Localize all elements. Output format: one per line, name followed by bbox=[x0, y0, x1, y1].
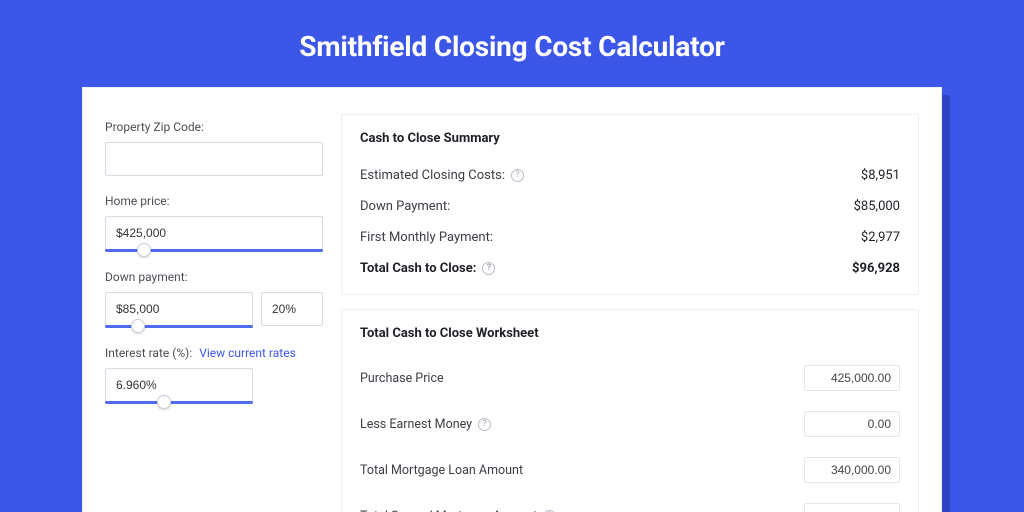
down-payment-input[interactable] bbox=[105, 292, 253, 326]
help-icon[interactable]: ? bbox=[482, 262, 495, 275]
ws-row-purchase: Purchase Price bbox=[360, 355, 900, 401]
interest-rate-input[interactable] bbox=[105, 368, 253, 402]
field-zip: Property Zip Code: bbox=[105, 120, 323, 176]
summary-downpay-value: $85,000 bbox=[854, 199, 900, 214]
summary-closing-label: Estimated Closing Costs: bbox=[360, 168, 505, 183]
summary-total-value: $96,928 bbox=[852, 261, 900, 276]
summary-panel: Cash to Close Summary Estimated Closing … bbox=[341, 114, 919, 295]
summary-downpay-label: Down Payment: bbox=[360, 199, 450, 214]
down-payment-slider[interactable] bbox=[105, 325, 253, 328]
ws-second-input[interactable] bbox=[804, 503, 900, 512]
slider-thumb[interactable] bbox=[131, 319, 145, 333]
home-price-label: Home price: bbox=[105, 194, 323, 208]
calculator-card: Property Zip Code: Home price: Down paym… bbox=[82, 87, 942, 512]
down-payment-label: Down payment: bbox=[105, 270, 323, 284]
ws-second-label: Total Second Mortgage Amount bbox=[360, 509, 537, 512]
view-rates-link[interactable]: View current rates bbox=[199, 346, 296, 360]
zip-label: Property Zip Code: bbox=[105, 120, 323, 134]
results-column: Cash to Close Summary Estimated Closing … bbox=[341, 114, 919, 512]
home-price-slider[interactable] bbox=[105, 249, 323, 252]
slider-thumb[interactable] bbox=[137, 243, 151, 257]
summary-row-closing: Estimated Closing Costs: ? $8,951 bbox=[360, 160, 900, 191]
ws-row-earnest: Less Earnest Money ? bbox=[360, 401, 900, 447]
interest-rate-slider[interactable] bbox=[105, 401, 253, 404]
worksheet-title: Total Cash to Close Worksheet bbox=[360, 326, 900, 341]
summary-row-firstmp: First Monthly Payment: $2,977 bbox=[360, 222, 900, 253]
summary-row-downpay: Down Payment: $85,000 bbox=[360, 191, 900, 222]
ws-earnest-label: Less Earnest Money bbox=[360, 417, 472, 432]
summary-closing-value: $8,951 bbox=[861, 168, 900, 183]
ws-row-loan: Total Mortgage Loan Amount bbox=[360, 447, 900, 493]
summary-firstmp-value: $2,977 bbox=[861, 230, 900, 245]
help-icon[interactable]: ? bbox=[511, 169, 524, 182]
ws-purchase-input[interactable] bbox=[804, 365, 900, 391]
summary-row-total: Total Cash to Close: ? $96,928 bbox=[360, 253, 900, 284]
calculator-card-wrap: Property Zip Code: Home price: Down paym… bbox=[82, 87, 942, 512]
interest-rate-label: Interest rate (%): View current rates bbox=[105, 346, 323, 360]
inputs-column: Property Zip Code: Home price: Down paym… bbox=[105, 114, 323, 512]
interest-rate-label-text: Interest rate (%): bbox=[105, 346, 192, 360]
help-icon[interactable]: ? bbox=[478, 418, 491, 431]
field-interest-rate: Interest rate (%): View current rates bbox=[105, 346, 323, 404]
down-payment-pct-input[interactable] bbox=[261, 292, 323, 326]
summary-total-label: Total Cash to Close: bbox=[360, 261, 476, 276]
slider-thumb[interactable] bbox=[157, 395, 171, 409]
field-down-payment: Down payment: bbox=[105, 270, 323, 328]
ws-loan-label: Total Mortgage Loan Amount bbox=[360, 463, 523, 478]
summary-title: Cash to Close Summary bbox=[360, 131, 900, 146]
zip-input[interactable] bbox=[105, 142, 323, 176]
ws-row-second: Total Second Mortgage Amount ? bbox=[360, 493, 900, 512]
page-title: Smithfield Closing Cost Calculator bbox=[0, 0, 1024, 87]
ws-earnest-input[interactable] bbox=[804, 411, 900, 437]
ws-purchase-label: Purchase Price bbox=[360, 371, 444, 386]
ws-loan-input[interactable] bbox=[804, 457, 900, 483]
field-home-price: Home price: bbox=[105, 194, 323, 252]
summary-firstmp-label: First Monthly Payment: bbox=[360, 230, 493, 245]
worksheet-panel: Total Cash to Close Worksheet Purchase P… bbox=[341, 309, 919, 512]
